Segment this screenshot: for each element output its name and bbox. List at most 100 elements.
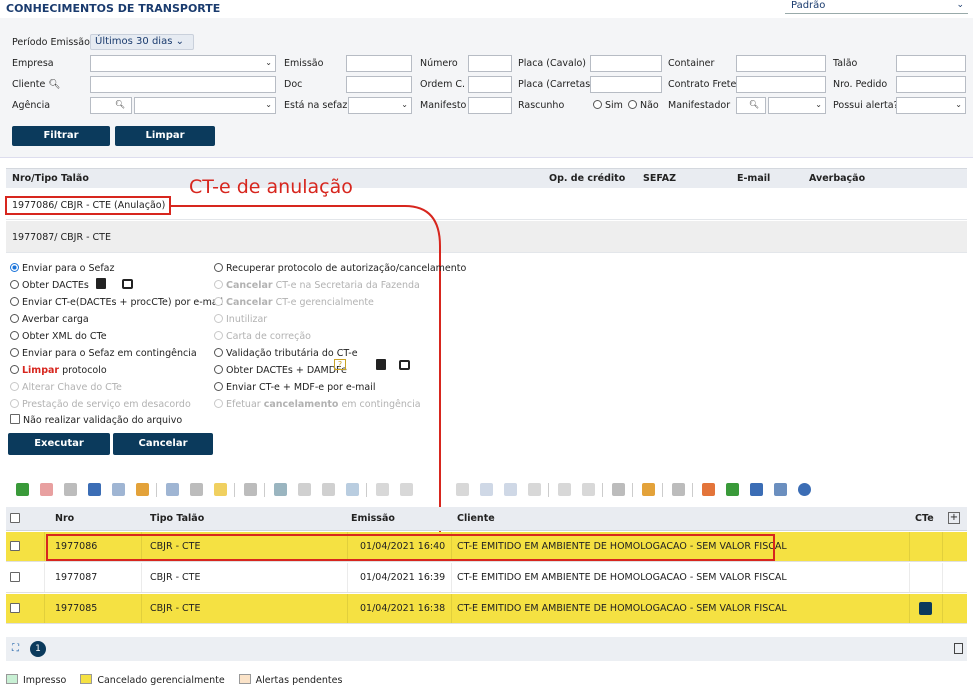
radio-icon bbox=[10, 263, 19, 272]
radio-icon bbox=[214, 365, 223, 374]
radio-icon bbox=[214, 280, 223, 289]
row-checkbox[interactable] bbox=[10, 603, 23, 615]
copy-icon[interactable] bbox=[274, 483, 287, 496]
legend-swatch bbox=[80, 674, 93, 684]
info-icon[interactable] bbox=[798, 483, 811, 496]
column-divider bbox=[347, 563, 348, 592]
column-divider bbox=[44, 563, 45, 592]
radio-icon bbox=[10, 348, 19, 357]
action-option: Carta de correção bbox=[214, 331, 311, 342]
col-cliente[interactable]: Cliente bbox=[457, 513, 495, 524]
nao-validar-checkbox[interactable]: Não realizar validação do arquivo bbox=[10, 414, 182, 426]
sync-icon[interactable] bbox=[702, 483, 715, 496]
cell-emissao: 01/04/2021 16:39 bbox=[360, 572, 446, 583]
column-divider bbox=[451, 594, 452, 623]
legend: Impresso Cancelado gerencialmente Alertas … bbox=[6, 674, 356, 686]
export-icon[interactable] bbox=[954, 643, 963, 654]
column-divider bbox=[44, 594, 45, 623]
action-option: Cancelar CT-e gerencialmente bbox=[214, 297, 374, 308]
action-option[interactable]: Enviar CT-e(DACTEs + procCTe) por e-mail bbox=[10, 297, 223, 308]
executar-button[interactable]: Executar bbox=[8, 433, 110, 455]
brush-icon[interactable] bbox=[528, 483, 541, 496]
legend-item: Impresso bbox=[6, 674, 66, 686]
calendar-icon[interactable] bbox=[774, 483, 787, 496]
help-icon[interactable]: ? bbox=[334, 359, 346, 370]
column-divider bbox=[451, 563, 452, 592]
window-icon[interactable] bbox=[376, 483, 389, 496]
grid-header: Nro Tipo Talão Emissão Cliente CTe + bbox=[6, 507, 967, 531]
pdf-icon[interactable] bbox=[96, 278, 106, 289]
action-option[interactable]: Limpar protocolo bbox=[10, 365, 107, 376]
prev-icon[interactable] bbox=[190, 483, 203, 496]
action-option: Prestação de serviço em desacordo bbox=[10, 399, 191, 410]
table-row[interactable]: 1977087 CBJR - CTE 01/04/2021 16:39 CT-E EM… bbox=[6, 563, 967, 593]
legend-item: Cancelado gerencialmente bbox=[80, 674, 225, 686]
bold-icon[interactable] bbox=[480, 483, 493, 496]
col-cte[interactable]: CTe bbox=[915, 513, 934, 524]
gear-icon[interactable] bbox=[672, 483, 685, 496]
delete-icon[interactable] bbox=[40, 483, 53, 496]
cell-cliente: CT-E EMITIDO EM AMBIENTE DE HOMOLOGACAO … bbox=[457, 572, 787, 583]
next-icon[interactable] bbox=[400, 483, 413, 496]
action-option[interactable]: Enviar para o Sefaz bbox=[10, 263, 115, 274]
zoom-icon[interactable] bbox=[112, 483, 125, 496]
link-icon[interactable] bbox=[322, 483, 335, 496]
radio-icon bbox=[214, 297, 223, 306]
folder-icon[interactable] bbox=[642, 483, 655, 496]
action-option: Cancelar CT-e na Secretaria da Fazenda bbox=[214, 280, 420, 291]
tools-icon[interactable] bbox=[558, 483, 571, 496]
action-option[interactable]: Obter XML do CTe bbox=[10, 331, 107, 342]
action-option[interactable]: Obter DACTEs bbox=[10, 280, 89, 291]
radio-icon bbox=[214, 263, 223, 272]
action-option[interactable]: Enviar para o Sefaz em contingência bbox=[10, 348, 197, 359]
action-option[interactable]: Validação tributária do CT-e bbox=[214, 348, 358, 359]
report-icon[interactable] bbox=[750, 483, 763, 496]
action-option[interactable]: Enviar CT-e + MDF-e por e-mail bbox=[214, 382, 376, 393]
row-checkbox[interactable] bbox=[10, 541, 23, 553]
barcode-icon[interactable] bbox=[612, 483, 625, 496]
star-icon[interactable] bbox=[214, 483, 227, 496]
table-row[interactable]: 1977085 CBJR - CTE 01/04/2021 16:38 CT-E EM… bbox=[6, 594, 967, 624]
pdf-icon[interactable] bbox=[376, 359, 386, 370]
column-divider bbox=[909, 532, 910, 561]
expand-icon[interactable]: + bbox=[948, 512, 960, 524]
column-divider bbox=[909, 594, 910, 623]
check-icon[interactable] bbox=[582, 483, 595, 496]
radio-icon bbox=[10, 280, 19, 289]
search-icon[interactable] bbox=[88, 483, 101, 496]
page-number[interactable]: 1 bbox=[30, 641, 46, 657]
cte-status-icon[interactable] bbox=[919, 602, 932, 615]
cell-tipo: CBJR - CTE bbox=[150, 603, 201, 614]
pager: ⛶ 1 bbox=[6, 637, 967, 661]
col-tipo-talao[interactable]: Tipo Talão bbox=[150, 513, 204, 524]
cancelar-button[interactable]: Cancelar bbox=[113, 433, 213, 455]
select-all-checkbox[interactable] bbox=[10, 513, 23, 525]
add-icon[interactable] bbox=[16, 483, 29, 496]
hand-icon[interactable] bbox=[136, 483, 149, 496]
column-divider bbox=[942, 532, 943, 561]
radio-icon bbox=[214, 348, 223, 357]
action-option: Alterar Chave do CTe bbox=[10, 382, 122, 393]
column-divider bbox=[44, 532, 45, 561]
bug-icon[interactable] bbox=[726, 483, 739, 496]
document-icon[interactable] bbox=[456, 483, 469, 496]
paste-icon[interactable] bbox=[298, 483, 311, 496]
print-icon[interactable] bbox=[399, 360, 410, 370]
refresh-icon[interactable] bbox=[244, 483, 257, 496]
action-option[interactable]: Recuperar protocolo de autorização/cance… bbox=[214, 263, 466, 274]
col-nro[interactable]: Nro bbox=[55, 513, 74, 524]
action-option[interactable]: Averbar carga bbox=[10, 314, 89, 325]
print-icon[interactable] bbox=[122, 279, 133, 289]
column-divider bbox=[909, 563, 910, 592]
col-emissao[interactable]: Emissão bbox=[351, 513, 395, 524]
action-option[interactable]: Obter DACTEs + DAMDFe bbox=[214, 365, 347, 376]
first-icon[interactable] bbox=[166, 483, 179, 496]
export-icon[interactable] bbox=[504, 483, 517, 496]
redo-icon[interactable] bbox=[346, 483, 359, 496]
fullscreen-icon[interactable]: ⛶ bbox=[12, 643, 19, 654]
column-divider bbox=[141, 594, 142, 623]
radio-icon bbox=[214, 331, 223, 340]
row-checkbox[interactable] bbox=[10, 572, 23, 584]
edit-icon[interactable] bbox=[64, 483, 77, 496]
radio-icon bbox=[10, 399, 19, 408]
